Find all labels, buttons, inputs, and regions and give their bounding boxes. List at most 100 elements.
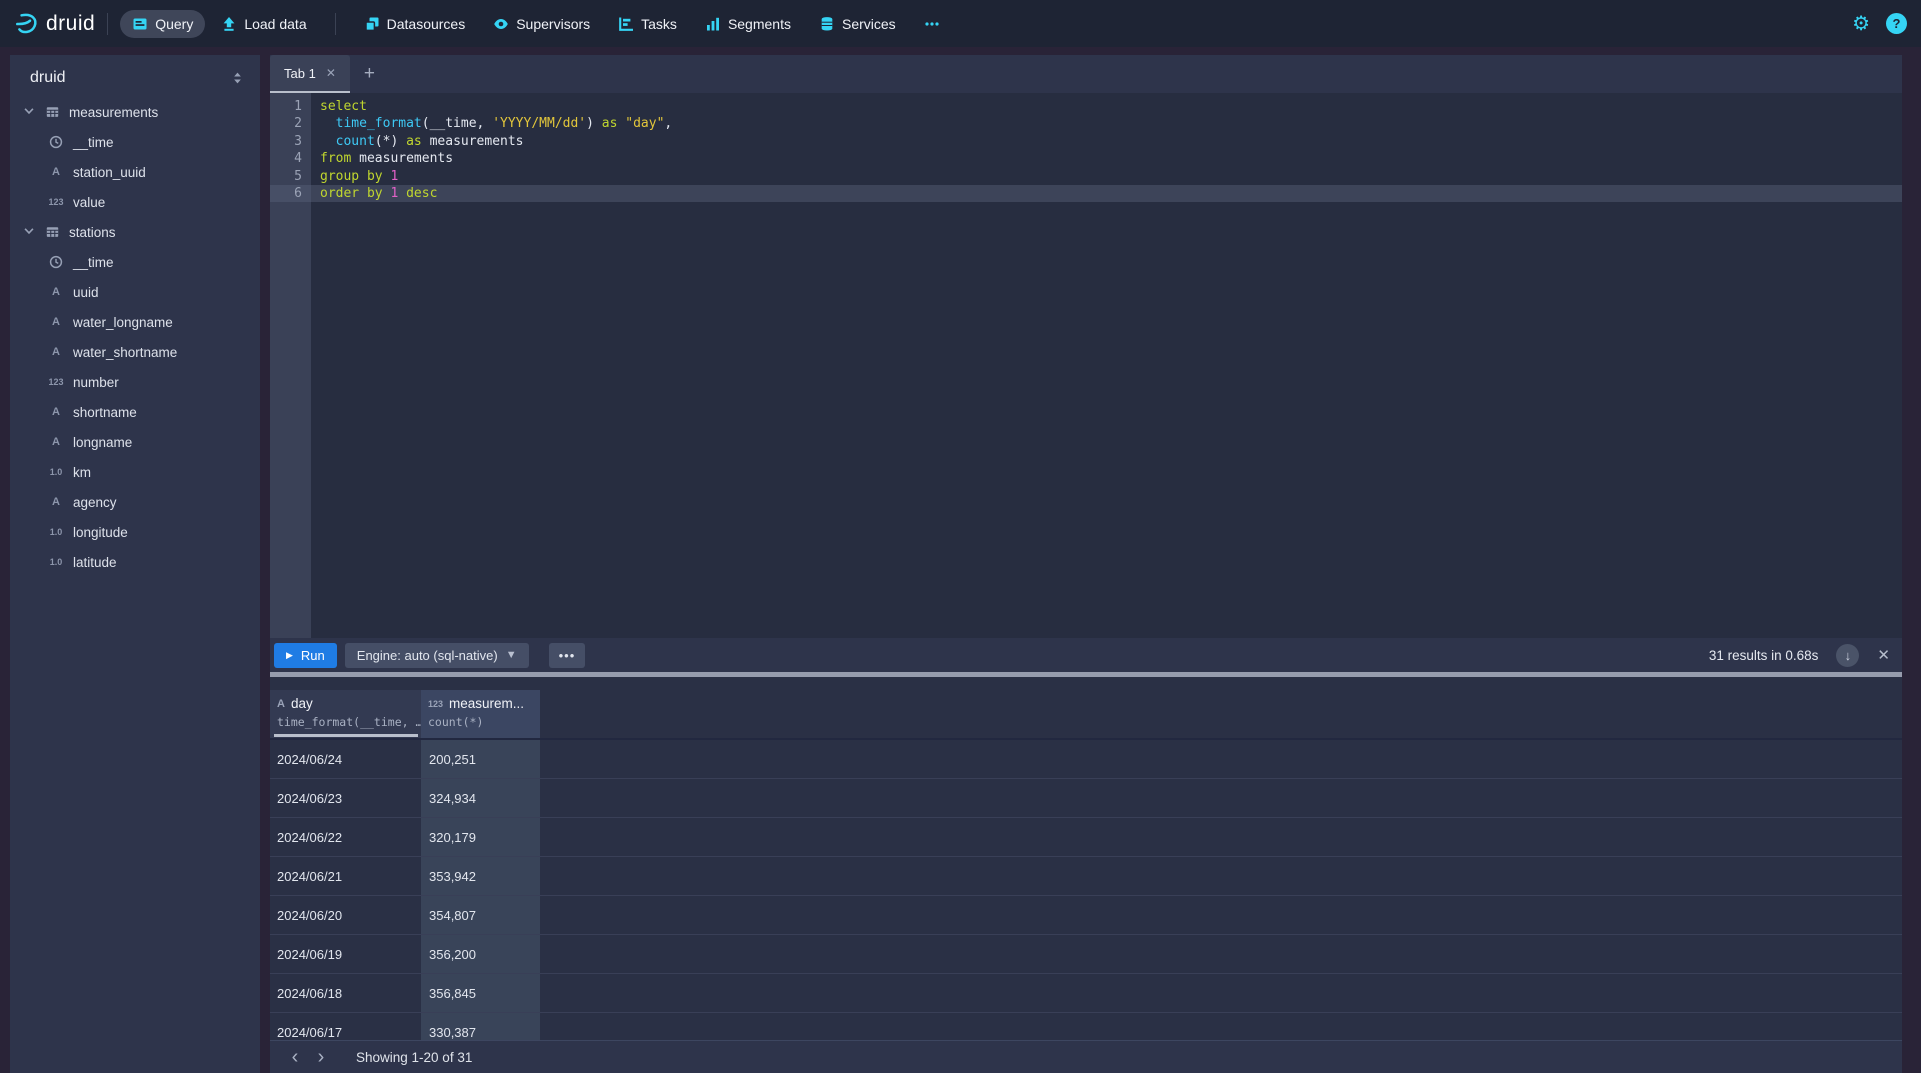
double-caret-vertical-icon[interactable] (231, 71, 244, 85)
tree-item-label: uuid (73, 285, 99, 300)
sql-editor[interactable]: 1select2 time_format(__time, 'YYYY/MM/dd… (270, 93, 1902, 638)
cell-day: 2024/06/21 (270, 857, 421, 895)
schema-tree: measurements__timeAstation_uuid123values… (10, 97, 260, 577)
tab-bar: Tab 1 ✕ + (270, 55, 1902, 93)
nav-item-load-data[interactable]: Load data (209, 10, 318, 38)
float-type-icon: 1.0 (46, 524, 66, 540)
string-type-icon: A (46, 314, 66, 330)
query-icon (132, 16, 148, 32)
run-label: Run (301, 648, 325, 663)
column-name: day (291, 696, 313, 711)
code-line-5[interactable]: 5group by 1 (270, 168, 1902, 185)
tree-item-number[interactable]: 123number (10, 367, 260, 397)
run-button[interactable]: ▶ Run (274, 643, 337, 668)
tree-item--time[interactable]: __time (10, 247, 260, 277)
tree-item-label: measurements (69, 105, 158, 120)
druid-console: druid Query Load data Datasources Superviso… (0, 0, 1921, 1073)
cell-measurements: 320,179 (421, 818, 540, 856)
nav-item-segments[interactable]: Segments (693, 10, 803, 38)
query-more-button[interactable]: ••• (549, 643, 586, 668)
tree-item-label: value (73, 195, 105, 210)
nav-item-datasources[interactable]: Datasources (352, 10, 478, 38)
tree-item-longname[interactable]: Alongname (10, 427, 260, 457)
tree-item-measurements[interactable]: measurements (10, 97, 260, 127)
tree-item-label: latitude (73, 555, 117, 570)
column-expression: count(*) (428, 715, 540, 729)
string-type-icon: A (46, 344, 66, 360)
sql-code: 1select2 time_format(__time, 'YYYY/MM/dd… (270, 93, 1902, 202)
schema-selector[interactable]: druid (10, 55, 260, 97)
code-line-6[interactable]: 6order by 1 desc (270, 185, 1902, 202)
tree-item-label: longname (73, 435, 132, 450)
cell-measurements: 356,845 (421, 974, 540, 1012)
table-row[interactable]: 2024/06/21353,942 (270, 857, 1902, 896)
nav-item-tasks[interactable]: Tasks (606, 10, 689, 38)
tree-item-label: __time (73, 255, 114, 270)
tree-item-longitude[interactable]: 1.0 longitude (10, 517, 260, 547)
tree-item-km[interactable]: 1.0km (10, 457, 260, 487)
code-line-2[interactable]: 2 time_format(__time, 'YYYY/MM/dd') as "… (270, 115, 1902, 132)
table-row[interactable]: 2024/06/18356,845 (270, 974, 1902, 1013)
add-tab-button[interactable]: + (364, 63, 375, 85)
tree-item-value[interactable]: 123value (10, 187, 260, 217)
help-icon[interactable]: ? (1886, 13, 1907, 34)
gear-icon[interactable]: ⚙ (1852, 14, 1870, 34)
code-line-3[interactable]: 3 count(*) as measurements (270, 133, 1902, 150)
prev-page-icon[interactable]: ‹ (282, 1047, 308, 1067)
nav-items: Query Load data Datasources Supervisors Task… (120, 10, 951, 38)
string-type-icon: A (277, 698, 285, 710)
code-line-1[interactable]: 1select (270, 98, 1902, 115)
engine-select[interactable]: Engine: auto (sql-native) ▼ (345, 643, 529, 668)
tree-item-shortname[interactable]: Ashortname (10, 397, 260, 427)
chevron-down-icon[interactable] (22, 104, 40, 120)
tree-item-station-uuid[interactable]: Astation_uuid (10, 157, 260, 187)
string-type-icon: A (46, 494, 66, 510)
nav-item-supervisors[interactable]: Supervisors (481, 10, 602, 38)
tree-item-water-shortname[interactable]: Awater_shortname (10, 337, 260, 367)
table-row[interactable]: 2024/06/23324,934 (270, 779, 1902, 818)
table-row[interactable]: 2024/06/24200,251 (270, 740, 1902, 779)
nav-item-services[interactable]: Services (807, 10, 908, 38)
string-type-icon: A (46, 284, 66, 300)
run-bar-right: 31 results in 0.68s ↓ ✕ (1709, 644, 1890, 667)
code-line-4[interactable]: 4from measurements (270, 150, 1902, 167)
nav-item-label: Datasources (387, 16, 466, 32)
download-icon[interactable]: ↓ (1836, 644, 1859, 667)
nav-item-label: Load data (244, 16, 306, 32)
tree-item--time[interactable]: __time (10, 127, 260, 157)
close-tab-icon[interactable]: ✕ (326, 66, 336, 80)
chevron-down-icon[interactable] (22, 224, 40, 240)
supervisors-icon (493, 16, 509, 32)
table-row[interactable]: 2024/06/22320,179 (270, 818, 1902, 857)
tree-item-latitude[interactable]: 1.0latitude (10, 547, 260, 577)
nav-item-more[interactable] (912, 10, 952, 38)
nav-item-label: Supervisors (516, 16, 590, 32)
column-name: measurem... (449, 696, 524, 711)
float-type-icon: 1.0 (46, 464, 66, 480)
nav-item-query[interactable]: Query (120, 10, 205, 38)
table-row[interactable]: 2024/06/19356,200 (270, 935, 1902, 974)
tree-item-uuid[interactable]: Auuid (10, 277, 260, 307)
line-number: 5 (270, 168, 311, 185)
tree-item-stations[interactable]: stations (10, 217, 260, 247)
line-content: count(*) as measurements (311, 133, 1902, 150)
nav-divider (335, 13, 336, 35)
nav-divider (107, 13, 108, 35)
column-header-day[interactable]: A day time_format(__time, … (270, 690, 421, 738)
time-icon (46, 134, 66, 150)
tree-item-label: water_longname (73, 315, 173, 330)
tree-item-water-longname[interactable]: Awater_longname (10, 307, 260, 337)
top-nav: druid Query Load data Datasources Superviso… (0, 0, 1921, 47)
druid-brand[interactable]: druid (14, 11, 95, 37)
query-workarea: Tab 1 ✕ + 1select2 time_format(__time, '… (270, 55, 1902, 1073)
nav-right: ⚙ ? (1852, 13, 1907, 34)
next-page-icon[interactable]: › (308, 1047, 334, 1067)
cell-measurements: 356,200 (421, 935, 540, 973)
column-header-measurements[interactable]: 123 measurem... count(*) (421, 690, 540, 738)
tab-query-1[interactable]: Tab 1 ✕ (270, 55, 350, 93)
tree-item-agency[interactable]: Aagency (10, 487, 260, 517)
close-results-icon[interactable]: ✕ (1877, 646, 1890, 664)
table-row[interactable]: 2024/06/20354,807 (270, 896, 1902, 935)
run-bar: ▶ Run Engine: auto (sql-native) ▼ ••• 31… (270, 638, 1902, 672)
tree-item-label: longitude (73, 525, 128, 540)
